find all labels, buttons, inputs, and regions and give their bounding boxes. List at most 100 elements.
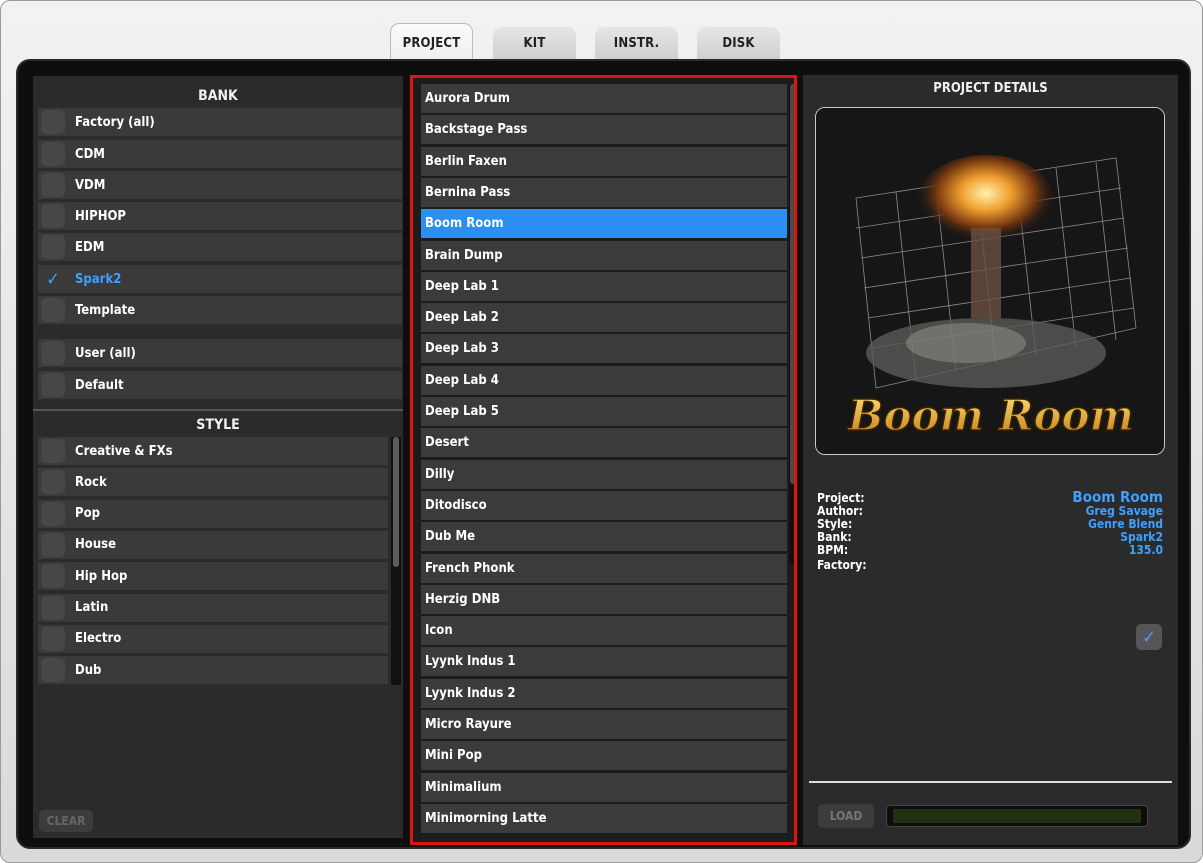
details-divider bbox=[809, 781, 1172, 783]
style-item-label: Latin bbox=[75, 600, 109, 615]
project-list-item[interactable]: Backstage Pass bbox=[421, 115, 787, 145]
project-list-item[interactable]: Lyynk Indus 2 bbox=[421, 678, 787, 708]
style-item-creative-fxs[interactable]: Creative & FXs bbox=[38, 437, 388, 465]
value-bank: Spark2 bbox=[1120, 530, 1163, 544]
project-list: Aurora Drum Backstage Pass Berlin Faxen Ber… bbox=[410, 75, 797, 845]
style-item-dub[interactable]: Dub bbox=[38, 656, 388, 685]
factory-checkbox[interactable]: ✓ bbox=[1136, 624, 1162, 650]
bank-checkbox[interactable] bbox=[41, 173, 65, 197]
bank-checkbox[interactable] bbox=[41, 110, 65, 134]
project-list-item[interactable]: Berlin Faxen bbox=[421, 146, 787, 176]
style-item-house[interactable]: House bbox=[38, 530, 388, 559]
label-bpm: BPM: bbox=[817, 543, 849, 557]
style-checkbox[interactable] bbox=[41, 658, 65, 683]
project-list-item[interactable]: Deep Lab 5 bbox=[421, 397, 787, 426]
tab-kit[interactable]: KIT bbox=[493, 27, 576, 59]
artwork-title: Boom Room bbox=[847, 391, 1134, 440]
style-checkbox[interactable] bbox=[41, 595, 65, 620]
label-factory: Factory: bbox=[817, 558, 867, 572]
project-list-item[interactable]: Ditodisco bbox=[421, 490, 787, 520]
project-list-item[interactable]: French Phonk bbox=[421, 553, 787, 583]
bank-checkbox[interactable] bbox=[41, 341, 65, 365]
check-icon: ✓ bbox=[1142, 626, 1156, 648]
project-list-scrollbar-thumb[interactable] bbox=[790, 84, 794, 484]
project-list-item[interactable]: Brain Dump bbox=[421, 240, 787, 270]
bank-item-label: Spark2 bbox=[75, 271, 122, 287]
bank-item-label: Template bbox=[75, 302, 136, 318]
bank-item-label: VDM bbox=[75, 177, 106, 193]
bank-checkbox[interactable] bbox=[41, 235, 65, 259]
value-author: Greg Savage bbox=[1085, 504, 1163, 518]
style-checkbox[interactable] bbox=[41, 532, 65, 557]
app-window: PROJECT KIT INSTR. DISK BANK Factory (al… bbox=[0, 0, 1203, 863]
project-list-item[interactable]: Bernina Pass bbox=[421, 177, 787, 207]
bank-item-vdm[interactable]: VDM bbox=[38, 171, 402, 199]
project-list-scrollbar[interactable] bbox=[789, 84, 794, 564]
project-list-item[interactable]: Herzig DNB bbox=[421, 584, 787, 614]
style-item-label: Creative & FXs bbox=[75, 443, 173, 459]
style-item-rock[interactable]: Rock bbox=[38, 468, 388, 497]
style-checkbox[interactable] bbox=[41, 501, 65, 526]
bank-item-spark2[interactable]: ✓ Spark2 bbox=[38, 265, 402, 293]
style-item-pop[interactable]: Pop bbox=[38, 499, 388, 528]
bank-item-default[interactable]: Default bbox=[38, 371, 402, 399]
bank-checkbox[interactable] bbox=[41, 373, 65, 397]
bank-item-factory-all[interactable]: Factory (all) bbox=[38, 108, 402, 136]
load-button[interactable]: LOAD bbox=[818, 804, 874, 828]
label-bank: Bank: bbox=[817, 530, 852, 544]
bank-checkbox[interactable] bbox=[41, 298, 65, 322]
style-checkbox[interactable] bbox=[41, 439, 65, 463]
tab-instr[interactable]: INSTR. bbox=[595, 27, 678, 59]
project-list-item[interactable]: Deep Lab 4 bbox=[421, 365, 787, 395]
style-item-label: Pop bbox=[75, 506, 100, 522]
tab-bar: PROJECT KIT INSTR. DISK bbox=[1, 23, 1202, 63]
project-list-item[interactable]: Desert bbox=[421, 428, 787, 458]
project-list-item[interactable]: Mini Pop bbox=[421, 741, 787, 771]
bank-checkbox[interactable] bbox=[41, 204, 65, 228]
bank-item-label: Factory (all) bbox=[75, 114, 155, 130]
project-details-header: PROJECT DETAILS bbox=[933, 81, 1048, 96]
bank-item-label: User (all) bbox=[75, 345, 136, 361]
label-project: Project: bbox=[817, 491, 865, 505]
project-artwork: Boom Room bbox=[815, 107, 1165, 455]
project-list-item[interactable]: Boom Room bbox=[421, 209, 787, 239]
bank-item-cdm[interactable]: CDM bbox=[38, 140, 402, 168]
style-item-hip-hop[interactable]: Hip Hop bbox=[38, 562, 388, 591]
project-list-item[interactable]: Minimorning Latte bbox=[421, 803, 787, 833]
project-list-item[interactable]: Deep Lab 2 bbox=[421, 303, 787, 333]
clear-button[interactable]: CLEAR bbox=[39, 810, 93, 832]
bank-item-template[interactable]: Template bbox=[38, 296, 402, 324]
tab-disk[interactable]: DISK bbox=[697, 27, 780, 59]
style-item-label: Rock bbox=[75, 474, 107, 490]
style-scrollbar[interactable] bbox=[391, 437, 401, 685]
bank-checkbox[interactable] bbox=[41, 142, 65, 166]
label-author: Author: bbox=[817, 504, 863, 518]
bank-item-hiphop[interactable]: HIPHOP bbox=[38, 202, 402, 230]
project-list-item[interactable]: Icon bbox=[421, 616, 787, 646]
bank-item-edm[interactable]: EDM bbox=[38, 233, 402, 261]
style-item-label: Hip Hop bbox=[75, 568, 128, 584]
project-list-item[interactable]: Lyynk Indus 1 bbox=[421, 647, 787, 677]
value-style: Genre Blend bbox=[1088, 517, 1163, 531]
bank-item-label: CDM bbox=[75, 146, 105, 162]
bank-item-user-all[interactable]: User (all) bbox=[38, 339, 402, 367]
project-list-item[interactable]: Dilly bbox=[421, 459, 787, 489]
project-list-item[interactable]: Dub Me bbox=[421, 522, 787, 552]
tab-project[interactable]: PROJECT bbox=[390, 23, 473, 63]
project-list-item[interactable]: Micro Rayure bbox=[421, 710, 787, 739]
style-item-latin[interactable]: Latin bbox=[38, 593, 388, 622]
style-scrollbar-thumb[interactable] bbox=[393, 437, 399, 567]
project-list-item[interactable]: Deep Lab 1 bbox=[421, 271, 787, 301]
project-details-panel: PROJECT DETAILS Boom Room bbox=[803, 75, 1178, 845]
style-item-electro[interactable]: Electro bbox=[38, 624, 388, 653]
style-item-label: Electro bbox=[75, 631, 122, 647]
load-progress-bar bbox=[886, 805, 1148, 827]
bank-checkbox[interactable]: ✓ bbox=[41, 267, 65, 291]
load-progress-fill bbox=[893, 809, 1141, 823]
style-checkbox[interactable] bbox=[41, 564, 65, 589]
project-list-item[interactable]: Minimalium bbox=[421, 772, 787, 802]
style-checkbox[interactable] bbox=[41, 626, 65, 651]
project-list-item[interactable]: Aurora Drum bbox=[421, 84, 787, 113]
project-list-item[interactable]: Deep Lab 3 bbox=[421, 334, 787, 364]
style-checkbox[interactable] bbox=[41, 470, 65, 495]
